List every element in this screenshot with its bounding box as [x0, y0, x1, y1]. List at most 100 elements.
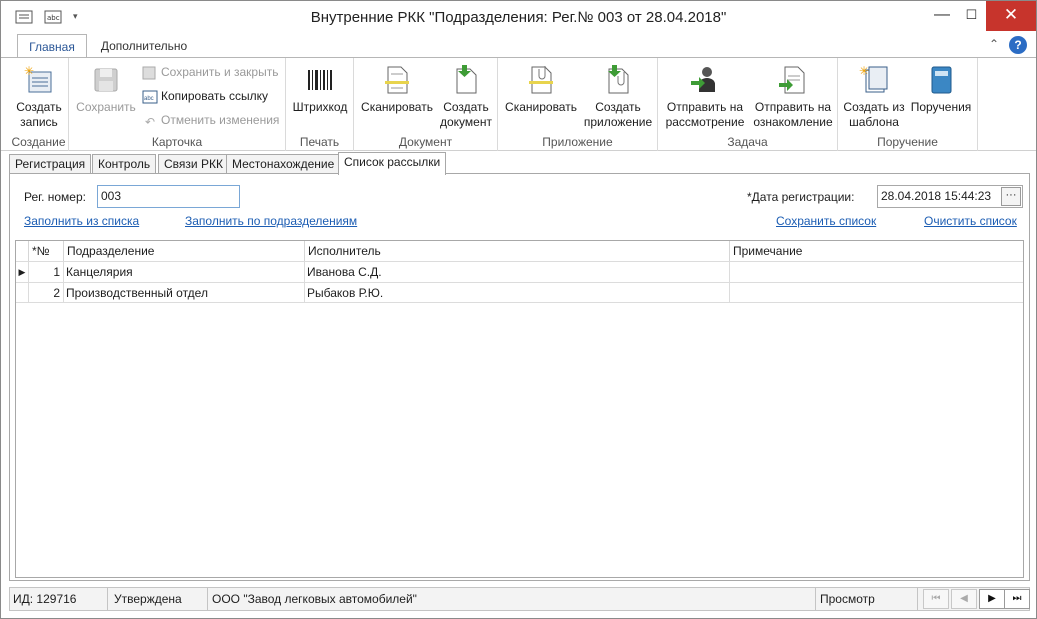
reg-date-label: *Дата регистрации: — [747, 190, 855, 204]
ribbon-tab-strip: Главная Дополнительно ⌃ ? — [1, 34, 1036, 58]
group-label-assignment: Поручение — [877, 135, 938, 149]
close-button[interactable]: ✕ — [986, 1, 1036, 31]
template-icon: ✳ — [859, 64, 888, 93]
group-label-document: Документ — [398, 135, 453, 149]
tab-distribution-list[interactable]: Список рассылки — [338, 152, 447, 175]
group-label-card: Карточка — [151, 135, 203, 149]
send-review-button[interactable]: Отправить на рассмотрение — [662, 62, 748, 130]
new-record-icon: ✳ — [24, 64, 52, 93]
department-cell[interactable]: Канцелярия — [64, 262, 305, 282]
send-familiar-button[interactable]: Отправить на ознакомление — [750, 62, 836, 130]
svg-text:✳: ✳ — [24, 64, 34, 78]
row-indicator — [16, 283, 29, 303]
view-mode: Просмотр — [816, 588, 918, 610]
group-card: Сохранить Сохранить и закрыть abc Копиров… — [69, 58, 286, 151]
svg-text:✳: ✳ — [859, 64, 869, 78]
executor-cell[interactable]: Рыбаков Р.Ю. — [305, 283, 730, 303]
record-id: ИД: 129716 — [10, 588, 108, 610]
cancel-changes-button[interactable]: ↶ Отменить изменения — [142, 112, 279, 129]
ribbon: ✳ Создать запись Создание Сохранить Сохр… — [1, 57, 1036, 151]
column-header-number[interactable]: *№ — [29, 241, 64, 261]
column-header-department[interactable]: Подразделение — [64, 241, 305, 261]
scan-attachment-icon — [529, 66, 553, 94]
distribution-list-panel: Рег. номер: 003 *Дата регистрации: 28.04… — [9, 173, 1030, 581]
scan-document-icon — [385, 66, 409, 94]
save-icon — [94, 68, 118, 92]
collapse-ribbon-icon[interactable]: ⌃ — [989, 37, 999, 51]
app-window: abc ▾ Внутренние РКК "Подразделения: Рег… — [0, 0, 1037, 619]
group-create: ✳ Создать запись Создание — [9, 58, 69, 151]
assignment-book-icon — [931, 66, 952, 94]
current-row-marker-icon: ▶ — [16, 262, 29, 282]
fill-from-list-link[interactable]: Заполнить из списка — [24, 214, 139, 228]
tab-location[interactable]: Местонахождение — [226, 154, 341, 174]
department-cell[interactable]: Производственный отдел — [64, 283, 305, 303]
doc-scan-button[interactable]: Сканировать — [358, 62, 436, 115]
reg-number-field[interactable]: 003 — [97, 185, 240, 208]
group-label-attachment: Приложение — [542, 135, 613, 149]
organization-name: ООО "Завод легковых автомобилей" — [208, 588, 816, 610]
note-cell[interactable] — [730, 262, 1022, 282]
copy-link-button[interactable]: abc Копировать ссылку — [142, 88, 268, 104]
group-attachment: Сканировать Создать приложение Приложени… — [498, 58, 658, 151]
assignments-button[interactable]: Поручения — [908, 62, 974, 115]
row-indicator-header — [16, 241, 29, 261]
create-document-icon — [456, 65, 477, 94]
first-record-icon[interactable]: ⏮ — [923, 589, 949, 609]
reg-date-field[interactable]: 28.04.2018 15:44:23 ··· — [877, 185, 1023, 208]
save-close-icon — [142, 66, 156, 80]
tab-control[interactable]: Контроль — [92, 154, 157, 174]
tab-extra[interactable]: Дополнительно — [91, 34, 197, 58]
save-button[interactable]: Сохранить — [73, 62, 139, 115]
row-number: 2 — [29, 283, 64, 303]
column-header-executor[interactable]: Исполнитель — [305, 241, 730, 261]
clear-list-link[interactable]: Очистить список — [924, 214, 1017, 228]
table-row[interactable]: ▶ 1 Канцелярия Иванова С.Д. — [16, 261, 1023, 282]
save-close-button[interactable]: Сохранить и закрыть — [142, 64, 278, 80]
status-badge: Утверждена — [108, 588, 208, 610]
document-tab-strip: Регистрация Контроль Связи РКК Местонахо… — [9, 152, 1029, 175]
create-record-button[interactable]: ✳ Создать запись — [11, 62, 67, 130]
fill-by-departments-link[interactable]: Заполнить по подразделениям — [185, 214, 357, 228]
save-list-link[interactable]: Сохранить список — [776, 214, 876, 228]
table-row[interactable]: 2 Производственный отдел Рыбаков Р.Ю. — [16, 282, 1023, 303]
last-record-icon[interactable]: ⏭ — [1004, 589, 1030, 609]
group-assignment: ✳ Создать из шаблона Поручения Поручение — [838, 58, 978, 151]
help-icon[interactable]: ? — [1009, 36, 1027, 54]
reg-number-label: Рег. номер: — [24, 190, 86, 204]
svg-text:abc: abc — [144, 96, 154, 102]
distribution-grid: *№ Подразделение Исполнитель Примечание … — [15, 240, 1024, 578]
maximize-button[interactable]: ☐ — [957, 1, 986, 31]
copy-link-icon: abc — [142, 90, 158, 104]
person-review-icon — [691, 67, 715, 92]
barcode-icon — [308, 70, 332, 90]
group-print: Штрихкод Печать — [286, 58, 354, 151]
status-bar: ИД: 129716 Утверждена ООО "Завод легковы… — [9, 587, 1030, 611]
attachment-scan-button[interactable]: Сканировать — [502, 62, 580, 115]
title-bar: abc ▾ Внутренние РКК "Подразделения: Рег… — [1, 1, 1036, 34]
document-send-icon — [779, 66, 805, 94]
previous-record-icon[interactable]: ◀ — [951, 589, 977, 609]
tab-home[interactable]: Главная — [17, 34, 87, 58]
next-record-icon[interactable]: ▶ — [979, 589, 1005, 609]
barcode-button[interactable]: Штрихкод — [290, 62, 350, 115]
doc-create-button[interactable]: Создать документ — [436, 62, 496, 130]
create-attachment-icon — [608, 65, 629, 94]
executor-cell[interactable]: Иванова С.Д. — [305, 262, 730, 282]
group-label-print: Печать — [299, 135, 340, 149]
minimize-button[interactable]: — — [927, 1, 957, 31]
window-title: Внутренние РКК "Подразделения: Рег.№ 003… — [310, 9, 727, 26]
tab-registration[interactable]: Регистрация — [9, 154, 92, 174]
note-cell[interactable] — [730, 283, 1022, 303]
undo-icon: ↶ — [144, 114, 156, 129]
column-header-note[interactable]: Примечание — [730, 241, 1022, 261]
date-picker-button[interactable]: ··· — [1001, 187, 1021, 206]
group-document: Сканировать Создать документ Документ — [354, 58, 498, 151]
row-number: 1 — [29, 262, 64, 282]
group-task: Отправить на рассмотрение Отправить на о… — [658, 58, 838, 151]
create-from-template-button[interactable]: ✳ Создать из шаблона — [840, 62, 908, 130]
attachment-create-button[interactable]: Создать приложение — [582, 62, 654, 130]
group-label-task: Задача — [727, 135, 768, 149]
group-label-create: Создание — [11, 135, 66, 149]
tab-links[interactable]: Связи РКК — [158, 154, 229, 174]
